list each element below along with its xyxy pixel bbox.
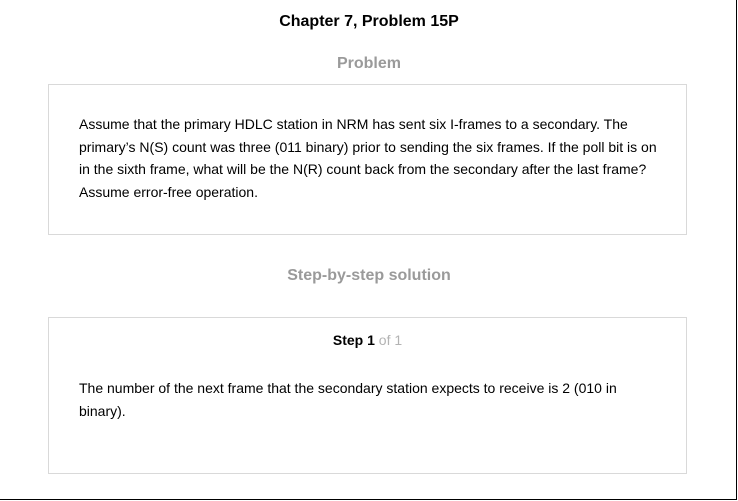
solution-text: The number of the next frame that the se…: [79, 380, 617, 419]
page: Chapter 7, Problem 15P Problem Assume th…: [0, 0, 737, 500]
step-word: Step: [332, 332, 364, 348]
problem-text: Assume that the primary HDLC station in …: [79, 116, 657, 200]
page-title: Chapter 7, Problem 15P: [279, 13, 459, 30]
problem-card: Assume that the primary HDLC station in …: [48, 84, 687, 235]
solution-card: Step 1 of 1 The number of the next frame…: [48, 317, 687, 474]
problem-heading: Problem: [336, 55, 401, 72]
step-label: Step 1 of 1: [49, 331, 686, 349]
step-total: of 1: [378, 332, 403, 348]
solution-heading: Step-by-step solution: [287, 267, 451, 284]
step-number: 1: [367, 332, 375, 348]
